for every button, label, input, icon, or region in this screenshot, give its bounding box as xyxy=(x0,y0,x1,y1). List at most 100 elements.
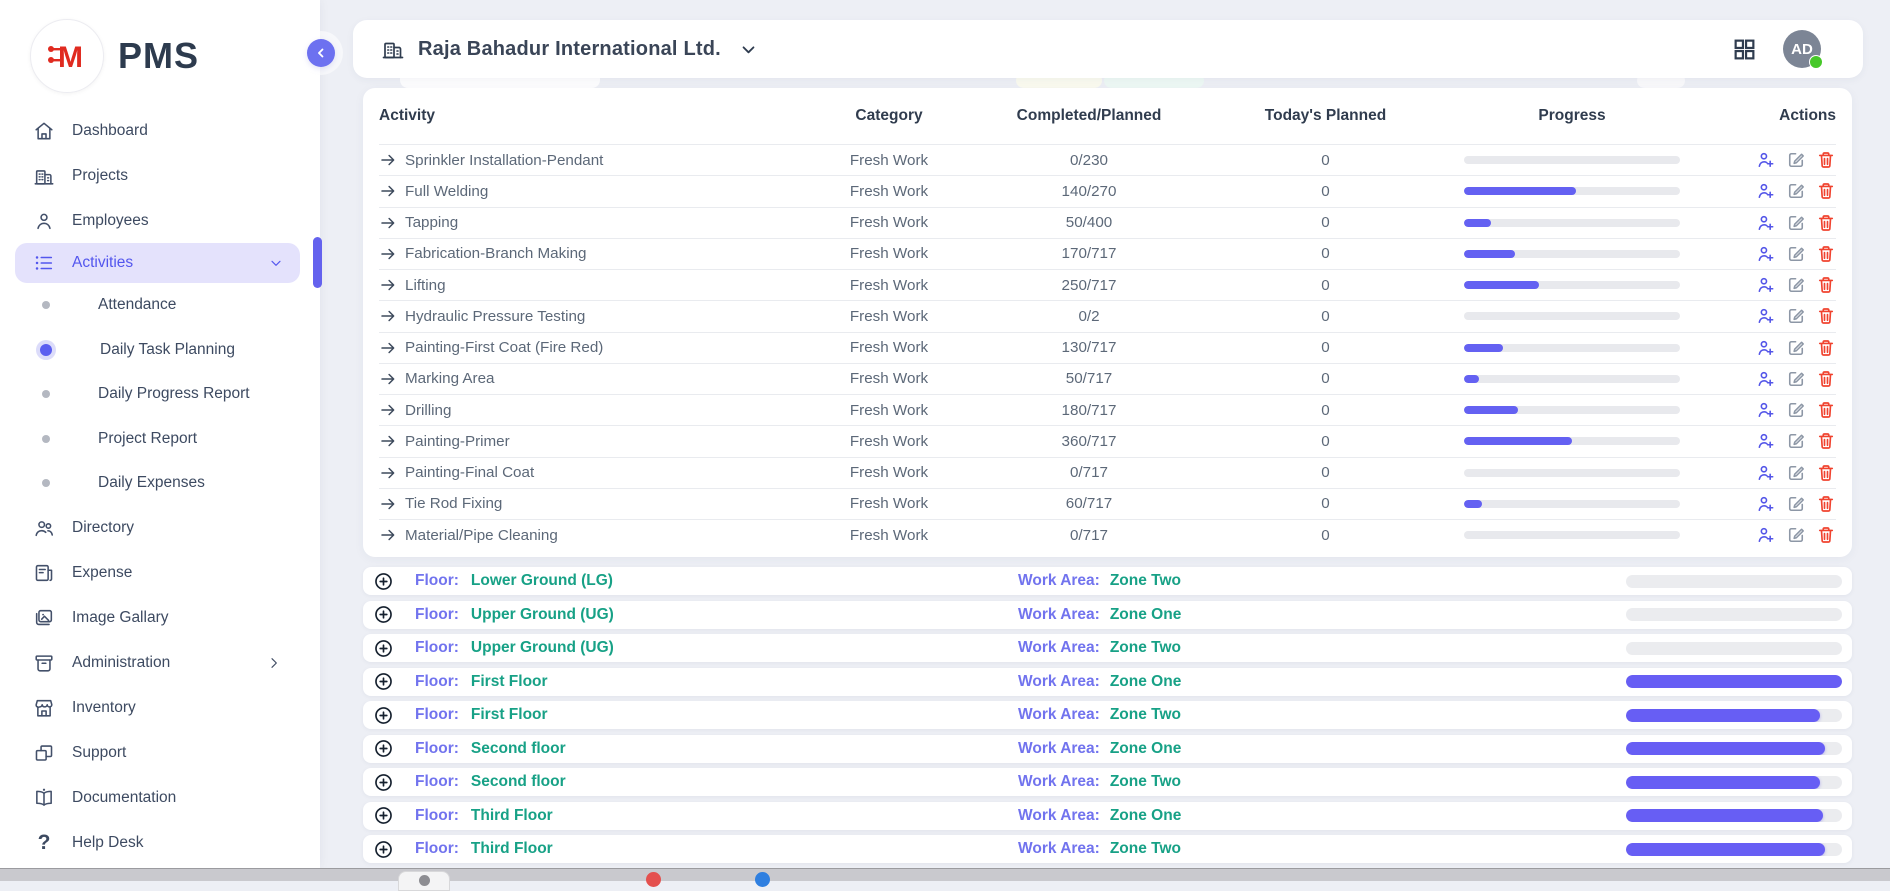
assign-user-button[interactable] xyxy=(1756,306,1776,326)
edit-button[interactable] xyxy=(1786,150,1806,170)
delete-button[interactable] xyxy=(1816,525,1836,545)
sidebar-collapse-button[interactable] xyxy=(307,39,335,67)
user-avatar[interactable]: AD xyxy=(1783,30,1821,68)
table-row[interactable]: Painting-Primer Fresh Work 360/717 0 xyxy=(379,425,1836,456)
expand-floor-button[interactable] xyxy=(373,638,394,659)
edit-button[interactable] xyxy=(1786,431,1806,451)
table-row[interactable]: Marking Area Fresh Work 50/717 0 xyxy=(379,363,1836,394)
sidebar-subitem-daily-expenses[interactable]: Daily Expenses xyxy=(0,461,320,506)
table-row[interactable]: Painting-Final Coat Fresh Work 0/717 0 xyxy=(379,457,1836,488)
assign-user-button[interactable] xyxy=(1756,369,1776,389)
edit-button[interactable] xyxy=(1786,181,1806,201)
sidebar-item-projects[interactable]: Projects xyxy=(0,153,320,198)
expand-floor-button[interactable] xyxy=(373,571,394,592)
table-row[interactable]: Material/Pipe Cleaning Fresh Work 0/717 … xyxy=(379,519,1836,550)
taskbar-item[interactable] xyxy=(398,871,450,891)
sidebar-item-image-gallary[interactable]: Image Gallary xyxy=(0,596,320,641)
sidebar-item-employees[interactable]: Employees xyxy=(0,198,320,243)
delete-button[interactable] xyxy=(1816,213,1836,233)
assign-user-button[interactable] xyxy=(1756,400,1776,420)
delete-button[interactable] xyxy=(1816,463,1836,483)
completed-planned-value: 0/230 xyxy=(979,152,1199,169)
floor-row[interactable]: Floor: Third Floor Work Area: Zone One xyxy=(363,802,1852,830)
assign-user-button[interactable] xyxy=(1756,338,1776,358)
sidebar-item-help-desk[interactable]: ?Help Desk xyxy=(0,821,320,866)
table-row[interactable]: Drilling Fresh Work 180/717 0 xyxy=(379,394,1836,425)
delete-button[interactable] xyxy=(1816,275,1836,295)
floor-row[interactable]: Floor: First Floor Work Area: Zone Two xyxy=(363,701,1852,729)
todays-planned-value: 0 xyxy=(1199,527,1452,544)
table-row[interactable]: Painting-First Coat (Fire Red) Fresh Wor… xyxy=(379,332,1836,363)
table-row[interactable]: Hydraulic Pressure Testing Fresh Work 0/… xyxy=(379,300,1836,331)
edit-button[interactable] xyxy=(1786,369,1806,389)
sidebar-item-documentation[interactable]: Documentation xyxy=(0,776,320,821)
table-row[interactable]: Sprinkler Installation-Pendant Fresh Wor… xyxy=(379,144,1836,175)
delete-button[interactable] xyxy=(1816,244,1836,264)
floor-row[interactable]: Floor: First Floor Work Area: Zone One xyxy=(363,668,1852,696)
assign-user-button[interactable] xyxy=(1756,244,1776,264)
expand-floor-button[interactable] xyxy=(373,772,394,793)
edit-button[interactable] xyxy=(1786,463,1806,483)
assign-user-button[interactable] xyxy=(1756,181,1776,201)
sidebar-item-activities[interactable]: Activities xyxy=(15,243,300,283)
floor-row[interactable]: Floor: Second floor Work Area: Zone Two xyxy=(363,768,1852,796)
sidebar-subitem-attendance[interactable]: Attendance xyxy=(0,283,320,328)
expand-floor-button[interactable] xyxy=(373,805,394,826)
company-selector[interactable]: Raja Bahadur International Ltd. xyxy=(381,37,757,61)
table-row[interactable]: Fabrication-Branch Making Fresh Work 170… xyxy=(379,238,1836,269)
delete-button[interactable] xyxy=(1816,181,1836,201)
sidebar-item-directory[interactable]: Directory xyxy=(0,506,320,551)
expand-floor-button[interactable] xyxy=(373,604,394,625)
sidebar-subitem-project-report[interactable]: Project Report xyxy=(0,417,320,462)
edit-button[interactable] xyxy=(1786,275,1806,295)
company-logo: M xyxy=(30,19,104,93)
delete-button[interactable] xyxy=(1816,369,1836,389)
expand-floor-button[interactable] xyxy=(373,738,394,759)
table-row[interactable]: Tie Rod Fixing Fresh Work 60/717 0 xyxy=(379,488,1836,519)
edit-button[interactable] xyxy=(1786,400,1806,420)
expand-floor-button[interactable] xyxy=(373,839,394,860)
delete-button[interactable] xyxy=(1816,494,1836,514)
assign-user-button[interactable] xyxy=(1756,213,1776,233)
floor-row[interactable]: Floor: Upper Ground (UG) Work Area: Zone… xyxy=(363,634,1852,662)
sidebar-item-label: Expense xyxy=(72,564,132,582)
assign-user-button[interactable] xyxy=(1756,150,1776,170)
delete-button[interactable] xyxy=(1816,400,1836,420)
table-row[interactable]: Tapping Fresh Work 50/400 0 xyxy=(379,207,1836,238)
edit-button[interactable] xyxy=(1786,306,1806,326)
sidebar-subitem-daily-progress-report[interactable]: Daily Progress Report xyxy=(0,372,320,417)
edit-icon xyxy=(1786,525,1806,545)
sidebar-item-administration[interactable]: Administration xyxy=(0,641,320,686)
expand-floor-button[interactable] xyxy=(373,671,394,692)
assign-user-button[interactable] xyxy=(1756,525,1776,545)
floor-row[interactable]: Floor: Second floor Work Area: Zone One xyxy=(363,735,1852,763)
sidebar-subitem-daily-task-planning[interactable]: Daily Task Planning xyxy=(0,328,320,373)
sidebar-item-inventory[interactable]: Inventory xyxy=(0,686,320,731)
assign-user-button[interactable] xyxy=(1756,494,1776,514)
apps-grid-button[interactable] xyxy=(1732,37,1757,62)
edit-icon xyxy=(1786,275,1806,295)
delete-button[interactable] xyxy=(1816,150,1836,170)
sidebar-item-support[interactable]: Support xyxy=(0,731,320,776)
activity-name: Material/Pipe Cleaning xyxy=(405,527,558,544)
delete-button[interactable] xyxy=(1816,338,1836,358)
table-row[interactable]: Lifting Fresh Work 250/717 0 xyxy=(379,269,1836,300)
edit-button[interactable] xyxy=(1786,244,1806,264)
floor-row[interactable]: Floor: Third Floor Work Area: Zone Two xyxy=(363,835,1852,863)
sidebar-item-expense[interactable]: Expense xyxy=(0,551,320,596)
sidebar-item-label: Support xyxy=(72,744,126,762)
assign-user-button[interactable] xyxy=(1756,431,1776,451)
delete-button[interactable] xyxy=(1816,431,1836,451)
assign-user-button[interactable] xyxy=(1756,275,1776,295)
delete-button[interactable] xyxy=(1816,306,1836,326)
assign-user-button[interactable] xyxy=(1756,463,1776,483)
table-row[interactable]: Full Welding Fresh Work 140/270 0 xyxy=(379,175,1836,206)
edit-button[interactable] xyxy=(1786,525,1806,545)
floor-row[interactable]: Floor: Upper Ground (UG) Work Area: Zone… xyxy=(363,601,1852,629)
sidebar-item-dashboard[interactable]: Dashboard xyxy=(0,108,320,153)
edit-button[interactable] xyxy=(1786,213,1806,233)
edit-button[interactable] xyxy=(1786,338,1806,358)
edit-button[interactable] xyxy=(1786,494,1806,514)
floor-row[interactable]: Floor: Lower Ground (LG) Work Area: Zone… xyxy=(363,567,1852,595)
expand-floor-button[interactable] xyxy=(373,705,394,726)
